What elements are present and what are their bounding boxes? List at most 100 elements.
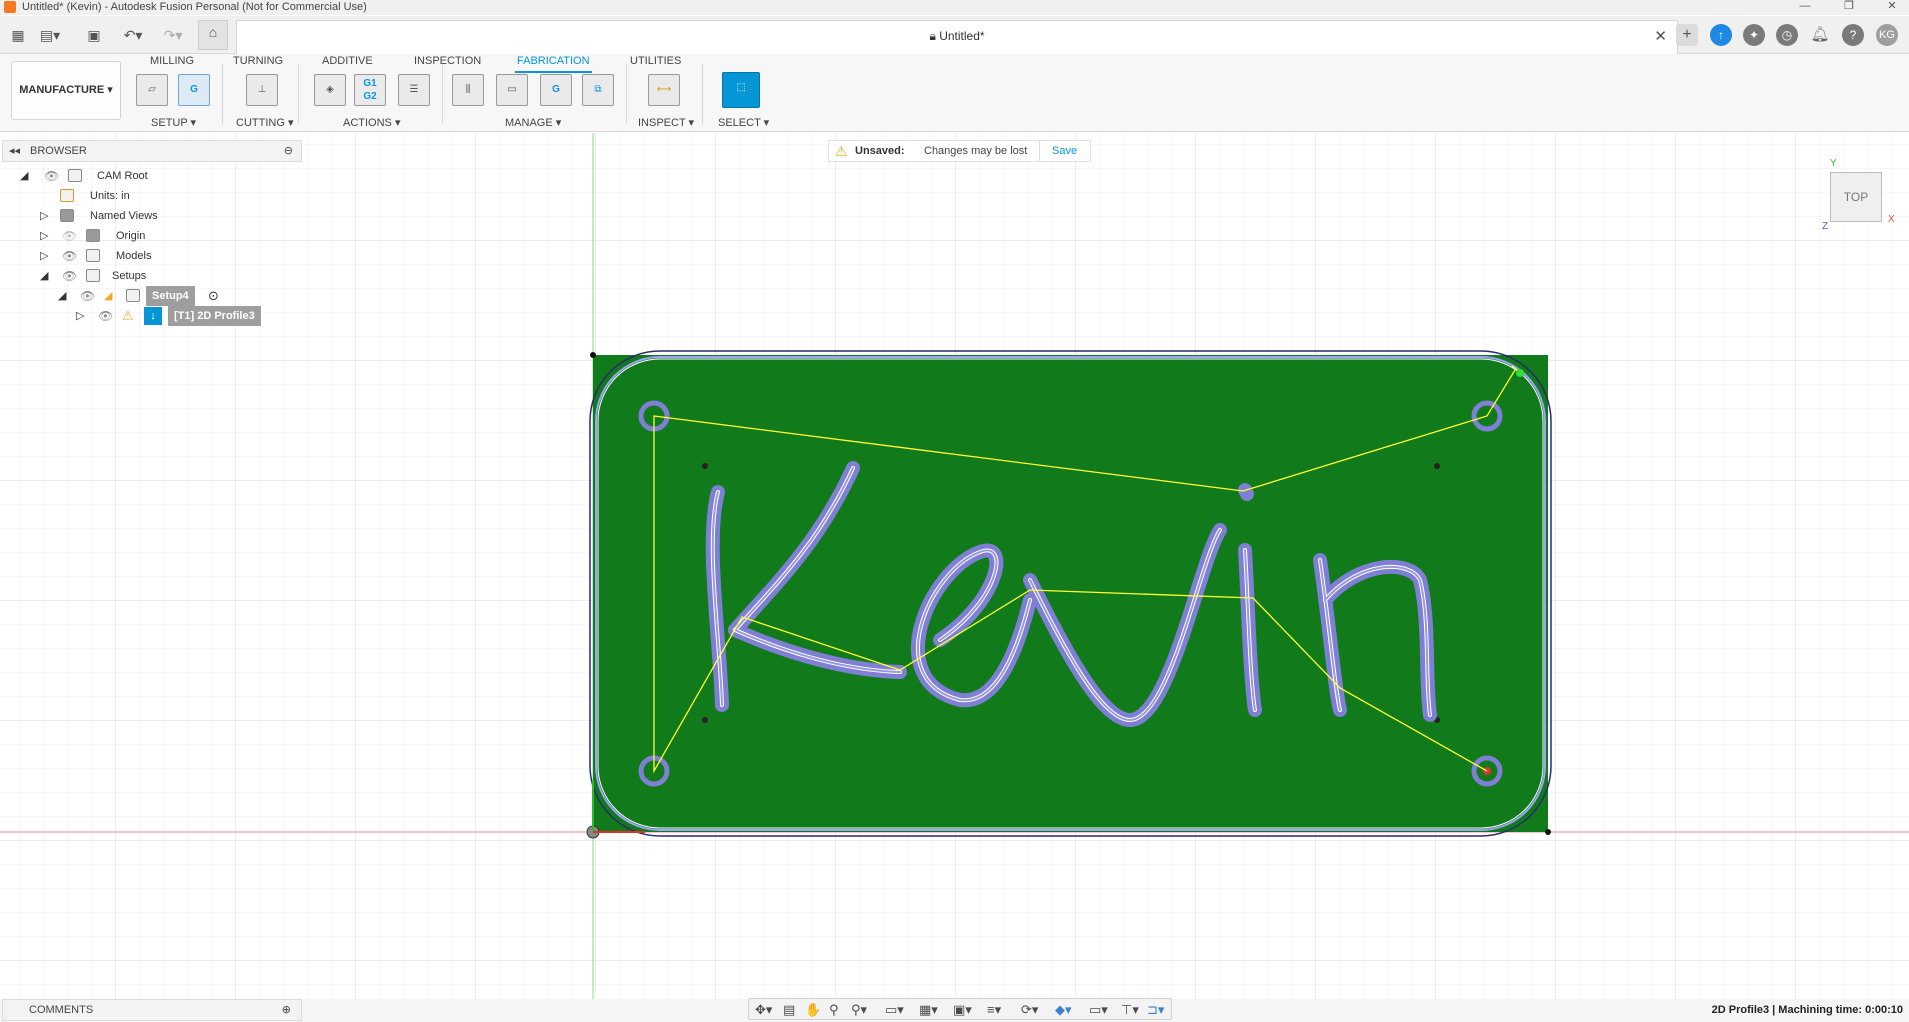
save-icon[interactable]: ▣ [84, 24, 104, 46]
viewports-icon[interactable]: ▣▾ [953, 1002, 972, 1018]
cutting-tool-icon[interactable]: ⊥ [246, 74, 278, 106]
workspace-switcher[interactable]: MANUFACTURE ▾ [11, 61, 121, 120]
new-setup-icon[interactable]: ▱ [136, 74, 168, 106]
collapsed-triangle-icon[interactable]: ▷ [40, 226, 48, 246]
zoom-icon[interactable]: ⚲ [829, 1002, 839, 1018]
expanded-triangle-icon[interactable]: ◢ [40, 266, 48, 286]
simulate-icon[interactable]: ◈ [314, 74, 346, 106]
tool-library-icon[interactable]: ⫼ [452, 74, 484, 106]
setup-group-label[interactable]: SETUP ▾ [151, 116, 196, 129]
apps-grid-icon[interactable]: ▦ [8, 24, 28, 46]
stock-display-icon[interactable]: ≡▾ [987, 1002, 1001, 1018]
tree-item-operation[interactable]: ▷ 👁︎ ⚠ ↓ [T1] 2D Profile3 [0, 306, 300, 326]
zoom-window-icon[interactable]: ⚲▾ [851, 1002, 867, 1018]
viewcube-x-label: X [1888, 214, 1895, 225]
save-link[interactable]: Save [1052, 141, 1077, 161]
grid-settings-icon[interactable]: ▦▾ [919, 1002, 938, 1018]
collapsed-triangle-icon[interactable]: ▷ [40, 246, 48, 266]
machine-display-icon[interactable]: ⊐▾ [1147, 1002, 1164, 1018]
tab-utilities[interactable]: UTILITIES [628, 54, 683, 68]
tab-inspection[interactable]: INSPECTION [412, 54, 483, 68]
comments-add-icon[interactable]: ⊕ [282, 1000, 291, 1020]
model-display-icon[interactable]: ◆▾ [1055, 1002, 1072, 1018]
section-icon[interactable]: ▭▾ [1089, 1002, 1108, 1018]
nc-program-icon[interactable]: G [540, 74, 572, 106]
hidden-eye-icon[interactable]: 👁︎ [62, 226, 77, 246]
viewcube-y-label: Y [1830, 158, 1837, 169]
viewcube[interactable]: TOP [1830, 172, 1882, 222]
minimize-icon[interactable]: — [1795, 0, 1815, 14]
comments-panel[interactable]: COMMENTS ⊕ [2, 999, 302, 1021]
upgrade-icon[interactable]: ↑ [1710, 24, 1732, 46]
setup-sheet-list-icon[interactable]: ☰ [398, 74, 430, 106]
visibility-eye-icon[interactable]: 👁︎ [44, 166, 59, 186]
setup-icon [126, 289, 140, 302]
extensions-icon[interactable]: ✦ [1743, 24, 1765, 46]
close-tab-icon[interactable]: ✕ [1654, 27, 1667, 45]
actions-group-label[interactable]: ACTIONS ▾ [343, 116, 400, 129]
expanded-triangle-icon[interactable]: ◢ [20, 166, 28, 186]
collapse-panel-icon[interactable]: ◂◂ [9, 144, 20, 157]
tree-label: CAM Root [97, 170, 148, 182]
visibility-eye-icon[interactable]: 👁︎ [80, 286, 95, 306]
select-group-label[interactable]: SELECT ▾ [718, 116, 769, 129]
tab-turning[interactable]: TURNING [231, 54, 285, 68]
tool-display-icon[interactable]: ⊤▾ [1121, 1002, 1139, 1018]
visibility-eye-icon[interactable]: 👁︎ [62, 266, 77, 286]
collapsed-triangle-icon[interactable]: ▷ [76, 306, 84, 326]
cutting-group-label[interactable]: CUTTING ▾ [236, 116, 293, 129]
tab-fabrication[interactable]: FABRICATION [515, 54, 592, 73]
viewcube-face-label: TOP [1843, 190, 1869, 204]
visibility-eye-icon[interactable]: 👁︎ [62, 246, 77, 266]
home-icon[interactable]: ⌂ [198, 20, 228, 50]
tree-item-setups[interactable]: ◢ 👁︎ Setups [0, 266, 300, 286]
close-window-icon[interactable]: ✕ [1882, 0, 1902, 14]
notifications-icon[interactable]: 🔔︎ [1809, 24, 1831, 46]
measure-icon[interactable]: ⟷ [648, 74, 680, 106]
look-at-icon[interactable]: ▤ [783, 1002, 795, 1018]
tab-milling[interactable]: MILLING [148, 54, 196, 68]
inspect-group-label[interactable]: INSPECT ▾ [638, 116, 694, 129]
tree-item-named-views[interactable]: ▷ Named Views [0, 206, 300, 226]
tab-additive[interactable]: ADDITIVE [320, 54, 375, 68]
ribbon-separator [442, 64, 443, 124]
tree-item-units[interactable]: Units: in [0, 186, 300, 206]
browser-panel: ◂◂ BROWSER ⊖ ◢ 👁︎ CAM Root Units: in ▷ N… [0, 140, 302, 370]
user-avatar[interactable]: KG [1876, 24, 1898, 46]
machine-library-icon[interactable]: ▭ [496, 74, 528, 106]
undo-icon[interactable]: ↶▾ [118, 24, 148, 46]
tree-item-cam-root[interactable]: ◢ 👁︎ CAM Root [0, 166, 300, 186]
redo-icon[interactable]: ↷▾ [158, 24, 188, 46]
tree-label-selected: Setup4 [146, 286, 195, 306]
lock-icon: 🔒︎ [929, 29, 936, 43]
tree-item-models[interactable]: ▷ 👁︎ Models [0, 246, 300, 266]
pan-icon[interactable]: ✋ [805, 1002, 821, 1018]
help-icon[interactable]: ? [1842, 24, 1864, 46]
toolpath-display-icon[interactable]: ⟳▾ [1021, 1002, 1038, 1018]
select-icon[interactable]: ⬚ [722, 72, 760, 108]
restore-icon[interactable]: ❐ [1839, 0, 1859, 14]
job-status-icon[interactable]: ◷ [1776, 24, 1798, 46]
post-library-icon[interactable]: ⧉ [582, 74, 614, 106]
browser-pin-icon[interactable]: ⊖ [284, 144, 293, 157]
folder-icon [86, 229, 100, 242]
collapsed-triangle-icon[interactable]: ▷ [40, 206, 48, 226]
browser-header[interactable]: ◂◂ BROWSER ⊖ [2, 140, 302, 162]
orbit-icon[interactable]: ✥▾ [755, 1002, 772, 1018]
units-icon [60, 189, 74, 202]
ribbon-separator [626, 64, 627, 124]
document-tab[interactable]: 🔒︎ Untitled* ✕ [236, 20, 1678, 54]
manage-group-label[interactable]: MANAGE ▾ [505, 116, 561, 129]
unsaved-label: Unsaved: [855, 145, 905, 157]
tree-item-setup4[interactable]: ◢ 👁︎ ◢ Setup4 ⊙ [0, 286, 300, 306]
post-process-icon[interactable]: G1 G2 [354, 74, 386, 106]
file-menu-icon[interactable]: ▤▾ [38, 24, 62, 46]
expanded-triangle-icon[interactable]: ◢ [58, 286, 66, 306]
tree-item-origin[interactable]: ▷ 👁︎ Origin [0, 226, 300, 246]
visibility-eye-icon[interactable]: 👁︎ [98, 306, 113, 326]
ribbon-separator [222, 64, 223, 124]
activate-target-icon[interactable]: ⊙ [208, 286, 219, 306]
setup-sheet-icon[interactable]: G [178, 74, 210, 106]
new-tab-icon[interactable]: + [1676, 24, 1698, 46]
display-settings-icon[interactable]: ▭▾ [885, 1002, 904, 1018]
